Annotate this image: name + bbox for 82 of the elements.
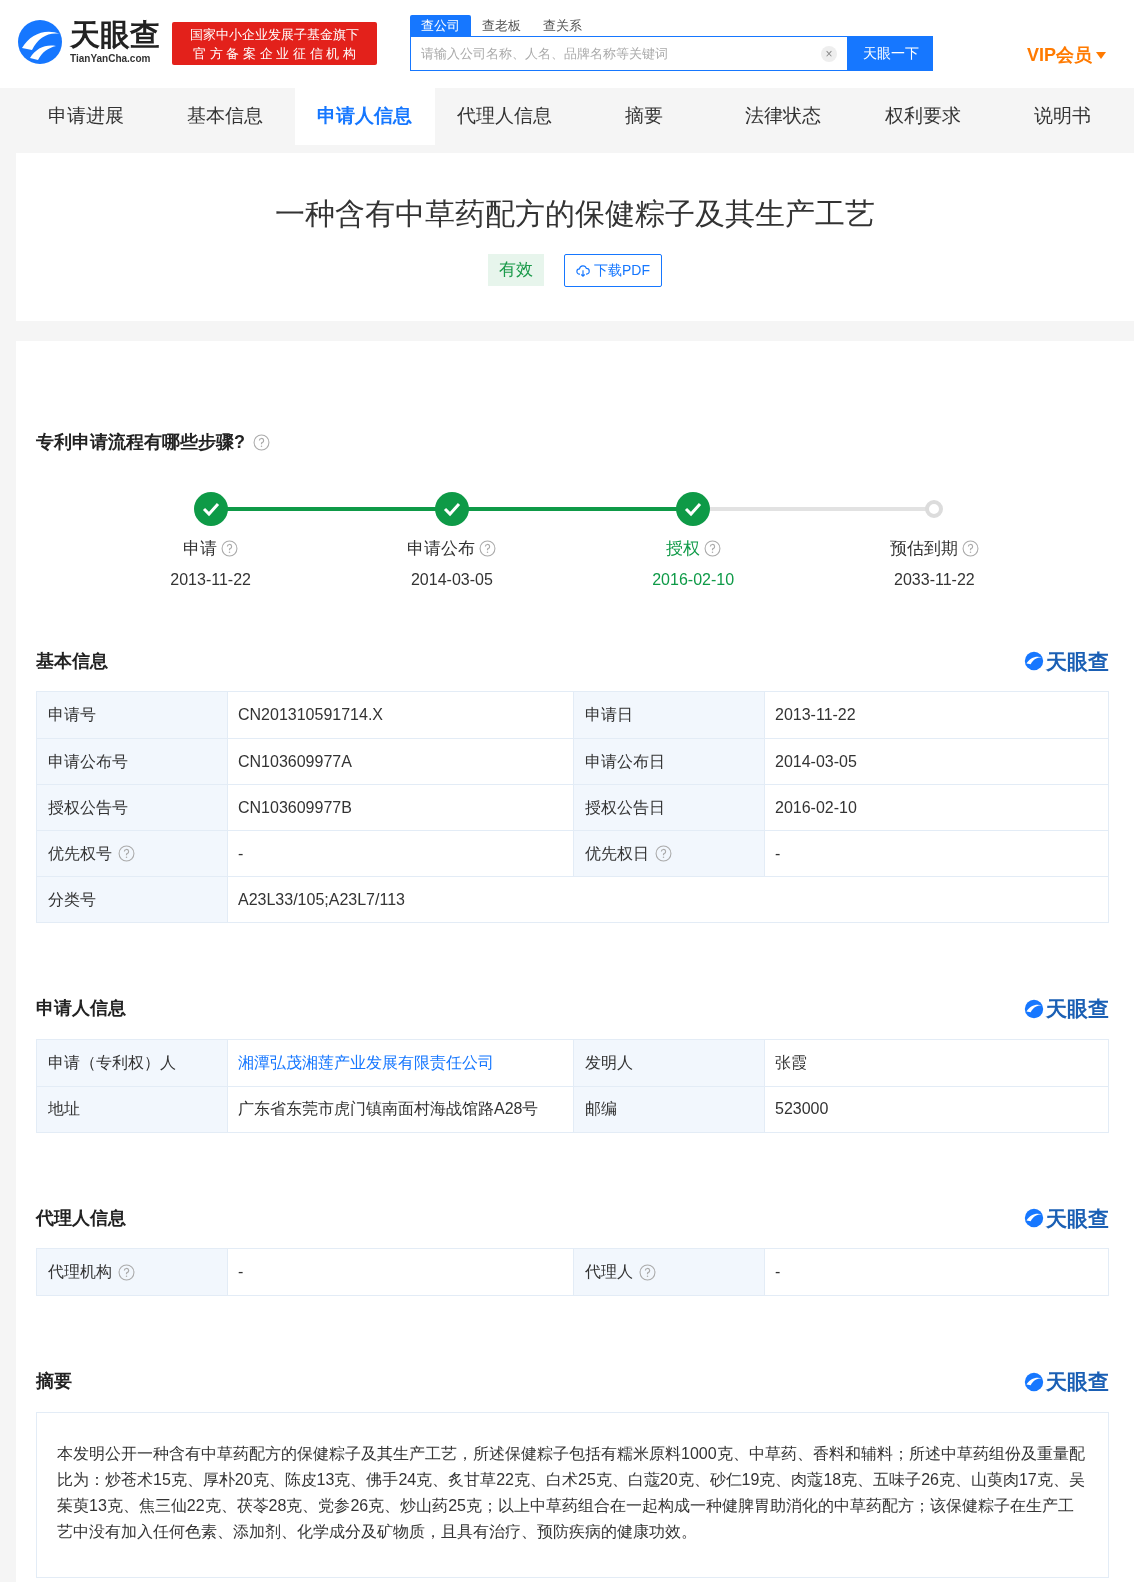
section-title: 代理人信息	[36, 1206, 126, 1230]
field-label: 申请公布号	[37, 739, 228, 784]
step-date: 2016-02-10	[652, 569, 735, 590]
field-value: CN201310591714.X	[238, 705, 383, 725]
field-label: 代理机构	[37, 1249, 228, 1295]
step-label: 授权	[665, 538, 700, 560]
abstract-text: 本发明公开一种含有中草药配方的保健粽子及其生产工艺，所述保健粽子包括有糯米原料1000克、中草药、香料和辅料；所述中草药组份及重量配比为：炒苍术15克、厚朴20克、陈皮13克、佛手24克、炙甘草22克、白术25克、白蔻20克、砂仁19克、肉蔻18克、五味子26克、山萸肉17克、吴茱萸13克、焦三仙22克、茯苓28克、党参26克、炒山药25克；以上中草药组合在一起构成一种健脾胃助消化的中草药配方；该保健粽子在生产工艺中没有加入任何色素、添加剂、化学成分及矿物质，且具有治疗、预防疾病的健康功效。	[57, 1443, 1086, 1542]
field-label: 授权公告日	[574, 785, 765, 830]
status-tag: 有效	[488, 254, 544, 286]
nav-tab[interactable]: 说明书	[992, 88, 1132, 145]
search-button[interactable]: 天眼一下	[848, 36, 933, 71]
nav-tab[interactable]: 摘要	[574, 88, 714, 145]
field-label: 授权公告号	[37, 785, 228, 830]
brand-logo-icon	[1024, 1371, 1044, 1392]
section-title: 基本信息	[36, 649, 108, 673]
brand-logo-icon	[1024, 1208, 1044, 1229]
search-tab[interactable]: 查公司	[410, 15, 471, 36]
search-tab[interactable]: 查关系	[532, 15, 593, 36]
field-label: 申请号	[37, 692, 228, 738]
field-label: 优先权日	[574, 831, 765, 876]
field-label: 申请日	[574, 692, 765, 738]
nav-tab[interactable]: 代理人信息	[434, 88, 574, 145]
patent-title: 一种含有中草药配方的保健粽子及其生产工艺	[275, 196, 875, 232]
field-label: 申请（专利权）人	[37, 1039, 228, 1086]
help-icon[interactable]	[118, 845, 135, 862]
step-date: 2014-03-05	[410, 569, 493, 590]
help-icon[interactable]	[221, 540, 239, 558]
nav-tab[interactable]: 基本信息	[155, 88, 295, 145]
brand-logo-icon	[1024, 651, 1044, 672]
nav-tab[interactable]: 权利要求	[853, 88, 993, 145]
field-value: CN103609977B	[238, 797, 352, 818]
section-title: 摘要	[36, 1370, 72, 1394]
field-label: 优先权号	[37, 831, 228, 876]
step-date: 2013-11-22	[170, 569, 251, 590]
field-value: 2013-11-22	[775, 705, 856, 725]
field-label: 邮编	[574, 1086, 765, 1132]
nav-tab[interactable]: 申请人信息	[295, 88, 435, 145]
company-link[interactable]: 湘潭弘茂湘莲产业发展有限责任公司	[238, 1050, 494, 1075]
brand-logo-text: 天眼查	[1046, 648, 1109, 675]
field-label: 地址	[37, 1086, 228, 1132]
brand-logo-icon	[1024, 998, 1044, 1019]
help-icon[interactable]	[479, 540, 497, 558]
step-label: 申请	[183, 538, 218, 560]
caret-icon[interactable]	[1096, 52, 1106, 59]
cloud-download-icon	[576, 263, 590, 278]
section-title: 专利申请流程有哪些步骤?	[36, 431, 245, 454]
field-label: 申请公布日	[574, 739, 765, 784]
field-value: CN103609977A	[238, 751, 352, 772]
field-value: -	[775, 843, 781, 864]
brand-logo-text: 天眼查	[1046, 1369, 1109, 1395]
section-title: 申请人信息	[36, 997, 126, 1021]
nav-tab[interactable]: 申请进展	[16, 88, 156, 145]
field-label: 代理人	[574, 1249, 765, 1295]
field-label: 发明人	[574, 1039, 765, 1086]
search-tab[interactable]: 查老板	[471, 15, 532, 36]
step-date: 2033-11-22	[894, 569, 975, 590]
help-icon[interactable]	[253, 434, 270, 451]
help-icon[interactable]	[118, 1263, 135, 1281]
field-value: -	[238, 843, 244, 864]
field-value: 2014-03-05	[775, 751, 857, 772]
help-icon[interactable]	[703, 540, 721, 558]
nav-tab[interactable]: 法律状态	[713, 88, 853, 145]
field-value: 张霞	[775, 1052, 807, 1073]
help-icon[interactable]	[639, 1263, 656, 1281]
step-label: 申请公布	[407, 538, 476, 560]
field-value: 广东省东莞市虎门镇南面村海战馆路A28号	[238, 1099, 539, 1119]
field-value: -	[238, 1262, 244, 1282]
logo-subtext: TianYanCha.com	[70, 54, 152, 64]
brand-logo-text: 天眼查	[1046, 1205, 1109, 1232]
step-label: 预估到期	[889, 538, 958, 560]
field-value: A23L33/105;A23L7/113	[238, 889, 405, 910]
field-label: 分类号	[37, 877, 228, 922]
help-icon[interactable]	[961, 540, 979, 558]
field-value: 2016-02-10	[775, 797, 857, 818]
field-value: -	[775, 1262, 781, 1282]
download-pdf-button[interactable]: 下载PDF	[564, 254, 662, 287]
brand-logo-text: 天眼查	[1046, 996, 1109, 1022]
eye-logo-icon	[16, 18, 64, 66]
help-icon[interactable]	[655, 845, 672, 862]
slogan-badge: 国家中小企业发展子基金旗下 官 方 备 案 企 业 征 信 机 构	[172, 22, 377, 65]
logo-text: 天眼查	[70, 20, 160, 50]
field-value: 523000	[775, 1099, 829, 1119]
